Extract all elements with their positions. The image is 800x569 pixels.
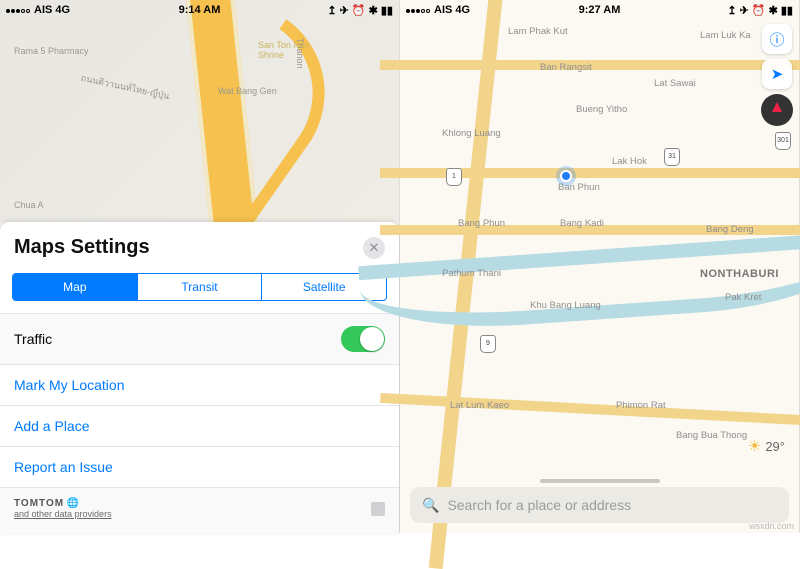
traffic-row: Traffic — [0, 313, 399, 364]
clock: 9:14 AM — [179, 4, 221, 16]
route-shield-1: 1 — [446, 168, 462, 186]
locate-button[interactable]: ➤ — [762, 59, 792, 89]
place-khu-bang-luang: Khu Bang Luang — [530, 300, 601, 311]
place-bang-kadi: Bang Kadi — [560, 218, 604, 229]
map-background[interactable]: Rama 5 Pharmacy Wat Bang Gen Thanon ถนนต… — [0, 0, 399, 222]
right-screenshot: AIS 4G 9:27 AM ↥ ✈︎ ⏰ ✱ ▮▮ Lam Phak Kut … — [400, 0, 800, 533]
search-bar[interactable]: 🔍 Search for a place or address — [410, 487, 789, 523]
pages-icon — [371, 502, 385, 516]
route-shield-9: 9 — [480, 335, 496, 353]
thai-road-label: ถนนติวานนท์ไทย-ญี่ปุ่น — [80, 71, 171, 103]
signal-dots — [406, 4, 431, 16]
place-pak-kret: Pak Kret — [725, 292, 761, 303]
search-placeholder: Search for a place or address — [447, 497, 631, 513]
place-lat-sawai: Lat Sawai — [654, 78, 696, 89]
map-canvas[interactable]: Lam Phak Kut Lam Luk Ka Ban Rangsit Lat … — [400, 0, 799, 533]
place-lat-lum-kaeo: Lat Lum Kaeo — [450, 400, 509, 411]
mark-location-button[interactable]: Mark My Location — [0, 364, 399, 405]
watermark: wsxdn.com — [749, 521, 794, 531]
status-bar: AIS 4G 9:27 AM ↥ ✈︎ ⏰ ✱ ▮▮ — [400, 0, 799, 18]
place-pathum: Pathum Thani — [442, 268, 501, 279]
place-ban-rangsit: Ban Rangsit — [540, 62, 592, 73]
map-type-segmented-control[interactable]: Map Transit Satellite — [12, 273, 387, 301]
attribution-link[interactable]: and other data providers — [14, 509, 112, 519]
place-bang-bua-thong: Bang Bua Thong — [676, 430, 747, 441]
status-icons: ↥ ✈︎ ⏰ ✱ ▮▮ — [727, 4, 793, 17]
carrier-label: AIS — [434, 4, 452, 16]
place-bang-deng: Bang Deng — [706, 224, 754, 235]
maps-settings-card: Maps Settings ✕ Map Transit Satellite Tr… — [0, 222, 399, 533]
place-ban-phun: Ban Phun — [558, 182, 600, 193]
search-icon: 🔍 — [422, 497, 439, 514]
left-screenshot: AIS 4G 9:14 AM ↥ ✈︎ ⏰ ✱ ▮▮ Rama 5 Pharma… — [0, 0, 400, 533]
info-button[interactable]: ⓘ — [762, 24, 792, 54]
river — [358, 230, 800, 336]
place-khlong-luang: Khlong Luang — [442, 128, 501, 139]
place-bueng-yitho: Bueng Yitho — [576, 104, 627, 115]
attribution-brand: TOMTOM — [14, 498, 64, 509]
place-lam-luk-ka: Lam Luk Ka — [700, 30, 751, 41]
traffic-toggle[interactable] — [341, 326, 385, 352]
floating-controls: ⓘ ➤ — [761, 24, 793, 126]
card-title: Maps Settings — [14, 236, 150, 259]
location-arrow-icon: ➤ — [771, 65, 784, 83]
globe-icon: 🌐 — [67, 498, 79, 509]
poi-san-ton-pan: San Ton PanShrine — [258, 40, 309, 60]
road-h2 — [380, 168, 800, 178]
place-bang-phun: Bang Phun — [458, 218, 505, 229]
report-issue-button[interactable]: Report an Issue — [0, 446, 399, 487]
close-icon: ✕ — [369, 240, 380, 256]
temperature-label: 29° — [765, 439, 785, 454]
place-phimon-rat: Phimon Rat — [616, 400, 666, 411]
poi-pharmacy: Rama 5 Pharmacy — [14, 46, 89, 56]
segment-transit[interactable]: Transit — [137, 274, 262, 300]
signal-dots — [6, 4, 31, 16]
poi-temple: Wat Bang Gen — [218, 86, 277, 96]
place-nonthaburi: NONTHABURI — [700, 268, 779, 280]
compass-icon[interactable] — [761, 94, 793, 126]
status-bar: AIS 4G 9:14 AM ↥ ✈︎ ⏰ ✱ ▮▮ — [0, 0, 399, 18]
status-icons: ↥ ✈︎ ⏰ ✱ ▮▮ — [327, 4, 393, 17]
attribution-row: TOMTOM 🌐 and other data providers — [0, 487, 399, 533]
route-shield-31: 31 — [664, 148, 680, 166]
place-lak-hok: Lak Hok — [612, 156, 647, 167]
sun-icon: ☀ — [748, 437, 761, 455]
place-lam-phak-kut: Lam Phak Kut — [508, 26, 568, 37]
add-place-button[interactable]: Add a Place — [0, 405, 399, 446]
network-label: 4G — [455, 4, 470, 16]
weather-widget[interactable]: ☀ 29° — [748, 437, 785, 455]
home-indicator — [540, 479, 660, 483]
route-shield-301: 301 — [775, 132, 791, 150]
clock: 9:27 AM — [579, 4, 621, 16]
close-button[interactable]: ✕ — [363, 237, 385, 259]
network-label: 4G — [55, 4, 70, 16]
current-location-dot — [560, 170, 572, 182]
traffic-label: Traffic — [14, 331, 52, 347]
info-icon: ⓘ — [769, 29, 784, 50]
segment-map[interactable]: Map — [13, 274, 137, 300]
poi-landmark: Chua A — [14, 200, 44, 210]
carrier-label: AIS — [34, 4, 52, 16]
